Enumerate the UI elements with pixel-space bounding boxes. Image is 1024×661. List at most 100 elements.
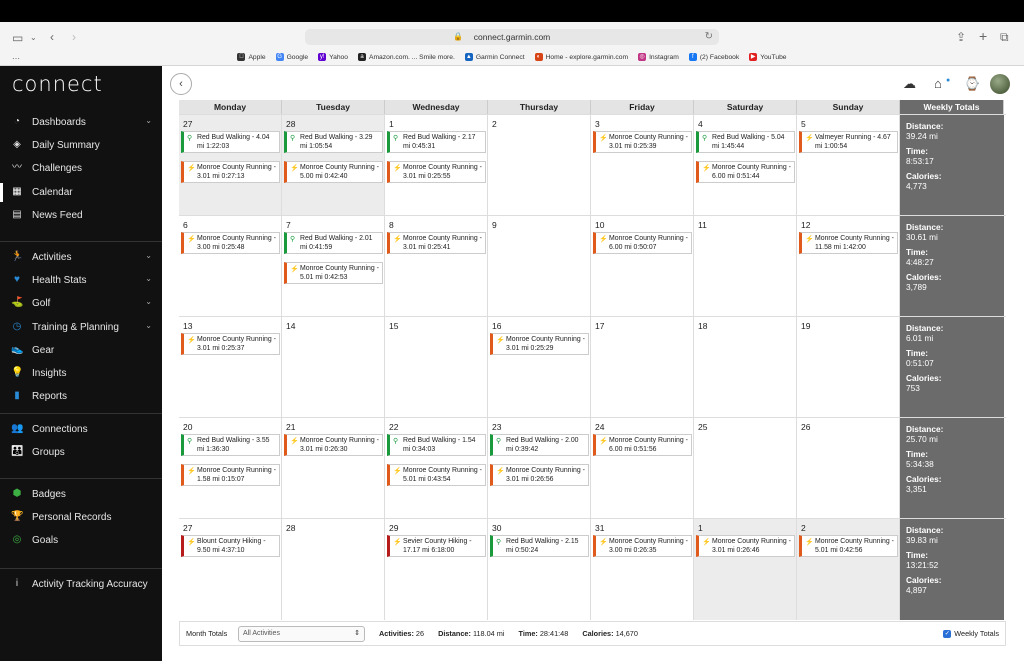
weekly-totals-toggle[interactable]: ✓ Weekly Totals — [943, 629, 999, 638]
chevron-down-icon[interactable]: ⌄ — [145, 297, 152, 306]
activity-entry[interactable]: ⚡ Monroe County Running - 3.01 mi 0:26:30 — [284, 434, 383, 456]
calendar-day[interactable]: 24 ⚡ Monroe County Running - 6.00 mi 0:51:… — [591, 418, 694, 519]
activity-entry[interactable]: ⚲ Red Bud Walking - 5.04 mi 1:45:44 — [696, 131, 795, 153]
activity-entry[interactable]: ⚡ Monroe County Running - 1.58 mi 0:15:07 — [181, 464, 280, 486]
favorite-facebook[interactable]: f (2) Facebook — [688, 51, 739, 63]
sidebar-item-personal-records[interactable]: 🏆 Personal Records — [0, 506, 162, 529]
calendar-day[interactable]: 18 — [694, 317, 797, 418]
sidebar-item-news-feed[interactable]: ▤ News Feed — [0, 204, 162, 227]
calendar-day[interactable]: 21 ⚡ Monroe County Running - 3.01 mi 0:26:… — [282, 418, 385, 519]
activity-entry[interactable]: ⚲ Red Bud Walking - 2.00 mi 0:39:42 — [490, 434, 589, 456]
calendar-day[interactable]: 1 ⚡ Monroe County Running - 3.01 mi 0:26:4… — [694, 519, 797, 620]
chevron-down-icon[interactable]: ⌄ — [145, 274, 152, 283]
activity-entry[interactable]: ⚡ Monroe County Running - 5.01 mi 0:42:53 — [284, 262, 383, 284]
new-tab-icon[interactable]: + — [979, 29, 987, 43]
inbox-icon[interactable]: ⌂ — [934, 75, 942, 93]
activity-entry[interactable]: ⚲ Red Bud Walking - 3.29 mi 1:05:54 — [284, 131, 383, 153]
calendar-day[interactable]: 15 — [385, 317, 488, 418]
tabs-overview-icon[interactable]: ⧉ — [1000, 30, 1009, 44]
chevron-down-icon[interactable]: ⌄ — [145, 251, 152, 260]
calendar-day[interactable]: 30 ⚲ Red Bud Walking - 2.15 mi 0:50:24 — [488, 519, 591, 620]
calendar-day[interactable]: 9 — [488, 216, 591, 317]
checkbox-checked-icon[interactable]: ✓ — [943, 629, 952, 638]
calendar-day[interactable]: 25 — [694, 418, 797, 519]
connect-logo[interactable]: connect — [12, 72, 103, 96]
sidebar-item-activities[interactable]: 🏃 Activities ⌄ — [0, 246, 162, 269]
sidebar-item-badges[interactable]: ⬢ Badges — [0, 483, 162, 506]
calendar-day[interactable]: 13 ⚡ Monroe County Running - 3.01 mi 0:25:… — [179, 317, 282, 418]
activity-entry[interactable]: ⚡ Monroe County Running - 3.00 mi 0:26:35 — [593, 535, 692, 557]
favorite-google[interactable]: G Google — [275, 51, 308, 63]
activity-entry[interactable]: ⚡ Monroe County Running - 3.01 mi 0:25:37 — [181, 333, 280, 355]
calendar-day[interactable]: 6 ⚡ Monroe County Running - 3.00 mi 0:25:4… — [179, 216, 282, 317]
calendar-day[interactable]: 27 ⚡ Blount County Hiking - 9.50 mi 4:37:1… — [179, 519, 282, 620]
calendar-day[interactable]: 28 ⚲ Red Bud Walking - 3.29 mi 1:05:54 ⚡ Mon… — [282, 115, 385, 216]
share-icon[interactable]: ⇪ — [956, 30, 966, 44]
activity-entry[interactable]: ⚲ Red Bud Walking - 1.54 mi 0:34:03 — [387, 434, 486, 456]
activity-entry[interactable]: ⚡ Monroe County Running - 6.00 mi 0:51:44 — [696, 161, 795, 183]
calendar-day[interactable]: 27 ⚲ Red Bud Walking - 4.04 mi 1:22:03 ⚡ Mon… — [179, 115, 282, 216]
sidebar-item-activity-tracking-accuracy[interactable]: i Activity Tracking Accuracy — [0, 573, 162, 596]
sidebar-item-health-stats[interactable]: ♥ Health Stats ⌄ — [0, 269, 162, 292]
sidebar-item-gear[interactable]: 👟 Gear — [0, 339, 162, 362]
calendar-day[interactable]: 10 ⚡ Monroe County Running - 6.00 mi 0:50:… — [591, 216, 694, 317]
sidebar-item-goals[interactable]: ◎ Goals — [0, 529, 162, 552]
calendar-day[interactable]: 17 — [591, 317, 694, 418]
activity-entry[interactable]: ⚡ Monroe County Running - 3.01 mi 0:25:55 — [387, 161, 486, 183]
sidebar-item-reports[interactable]: ▮ Reports — [0, 385, 162, 408]
sidebar-item-daily-summary[interactable]: ◈ Daily Summary — [0, 134, 162, 157]
calendar-day[interactable]: 22 ⚲ Red Bud Walking - 1.54 mi 0:34:03 ⚡ Mon… — [385, 418, 488, 519]
favorite-yahoo[interactable]: y! Yahoo — [318, 51, 348, 63]
calendar-day[interactable]: 31 ⚡ Monroe County Running - 3.00 mi 0:26:… — [591, 519, 694, 620]
calendar-day[interactable]: 4 ⚲ Red Bud Walking - 5.04 mi 1:45:44 ⚡ Monr… — [694, 115, 797, 216]
sidebar-item-insights[interactable]: 💡 Insights — [0, 362, 162, 385]
sidebar-item-challenges[interactable]: 〰 Challenges — [0, 157, 162, 180]
reload-icon[interactable]: ↻ — [705, 29, 713, 45]
watch-icon[interactable]: ⌚ — [964, 75, 980, 93]
favorite-garmin[interactable]: ▲ Garmin Connect — [464, 51, 525, 63]
avatar[interactable] — [990, 74, 1010, 94]
activity-filter-select[interactable]: All Activities ⇕ — [238, 626, 365, 642]
chevron-down-icon[interactable]: ⌄ — [145, 116, 152, 125]
activity-entry[interactable]: ⚲ Red Bud Walking - 3.55 mi 1:36:30 — [181, 434, 280, 456]
favorite-youtube[interactable]: ▶ YouTube — [749, 51, 787, 63]
activity-entry[interactable]: ⚡ Monroe County Running - 3.01 mi 0:25:39 — [593, 131, 692, 153]
sidebar-toggle-icon[interactable]: ▭ — [12, 31, 23, 45]
activity-entry[interactable]: ⚲ Red Bud Walking - 2.17 mi 0:45:31 — [387, 131, 486, 153]
activity-entry[interactable]: ⚡ Monroe County Running - 3.01 mi 0:26:56 — [490, 464, 589, 486]
activity-entry[interactable]: ⚡ Monroe County Running - 3.01 mi 0:26:46 — [696, 535, 795, 557]
activity-entry[interactable]: ⚡ Blount County Hiking - 9.50 mi 4:37:10 — [181, 535, 280, 557]
favorite-explore[interactable]: ◐ Home - explore.garmin.com — [534, 51, 628, 63]
sidebar-item-training-planning[interactable]: ◷ Training & Planning ⌄ — [0, 316, 162, 339]
activity-entry[interactable]: ⚡ Monroe County Running - 3.01 mi 0:25:41 — [387, 232, 486, 254]
calendar-day[interactable]: 8 ⚡ Monroe County Running - 3.01 mi 0:25:4… — [385, 216, 488, 317]
favorite-apple[interactable]: Apple — [237, 51, 266, 63]
calendar-day[interactable]: 5 ⚡ Valmeyer Running - 4.67 mi 1:00:54 — [797, 115, 900, 216]
activity-entry[interactable]: ⚲ Red Bud Walking - 2.15 mi 0:50:24 — [490, 535, 589, 557]
calendar-day[interactable]: 28 — [282, 519, 385, 620]
back-button[interactable]: ‹ — [170, 73, 192, 95]
calendar-day[interactable]: 2 ⚡ Monroe County Running - 5.01 mi 0:42:5… — [797, 519, 900, 620]
calendar-day[interactable]: 11 — [694, 216, 797, 317]
chevron-down-icon[interactable]: ⌄ — [145, 321, 152, 330]
activity-entry[interactable]: ⚡ Monroe County Running - 5.01 mi 0:43:54 — [387, 464, 486, 486]
sidebar-item-calendar[interactable]: ▦ Calendar — [0, 180, 162, 204]
sidebar-item-golf[interactable]: ⛳ Golf ⌄ — [0, 292, 162, 315]
activity-entry[interactable]: ⚡ Monroe County Running - 6.00 mi 0:50:07 — [593, 232, 692, 254]
sidebar-item-connections[interactable]: 👥 Connections — [0, 418, 162, 441]
activity-entry[interactable]: ⚡ Monroe County Running - 11.58 mi 1:42:0… — [799, 232, 898, 254]
chevron-down-icon[interactable]: ⌄ — [30, 31, 37, 45]
calendar-day[interactable]: 1 ⚲ Red Bud Walking - 2.17 mi 0:45:31 ⚡ Monr… — [385, 115, 488, 216]
favorite-amazon[interactable]: a Amazon.com. ... Smile more. — [358, 51, 455, 63]
activity-entry[interactable]: ⚡ Monroe County Running - 6.00 mi 0:51:56 — [593, 434, 692, 456]
forward-arrow-icon[interactable]: › — [72, 30, 76, 44]
calendar-day[interactable]: 29 ⚡ Sevier County Hiking - 17.17 mi 6:18:… — [385, 519, 488, 620]
activity-entry[interactable]: ⚡ Monroe County Running - 3.01 mi 0:25:29 — [490, 333, 589, 355]
calendar-day[interactable]: 3 ⚡ Monroe County Running - 3.01 mi 0:25:3… — [591, 115, 694, 216]
back-arrow-icon[interactable]: ‹ — [50, 30, 54, 44]
activity-entry[interactable]: ⚡ Sevier County Hiking - 17.17 mi 6:18:00 — [387, 535, 486, 557]
calendar-day[interactable]: 7 ⚲ Red Bud Walking - 2.01 mi 0:41:59 ⚡ Monr… — [282, 216, 385, 317]
favorite-instagram[interactable]: ◎ Instagram — [638, 51, 679, 63]
activity-entry[interactable]: ⚡ Monroe County Running - 5.00 mi 0:42:40 — [284, 161, 383, 183]
calendar-day[interactable]: 23 ⚲ Red Bud Walking - 2.00 mi 0:39:42 ⚡ Mon… — [488, 418, 591, 519]
